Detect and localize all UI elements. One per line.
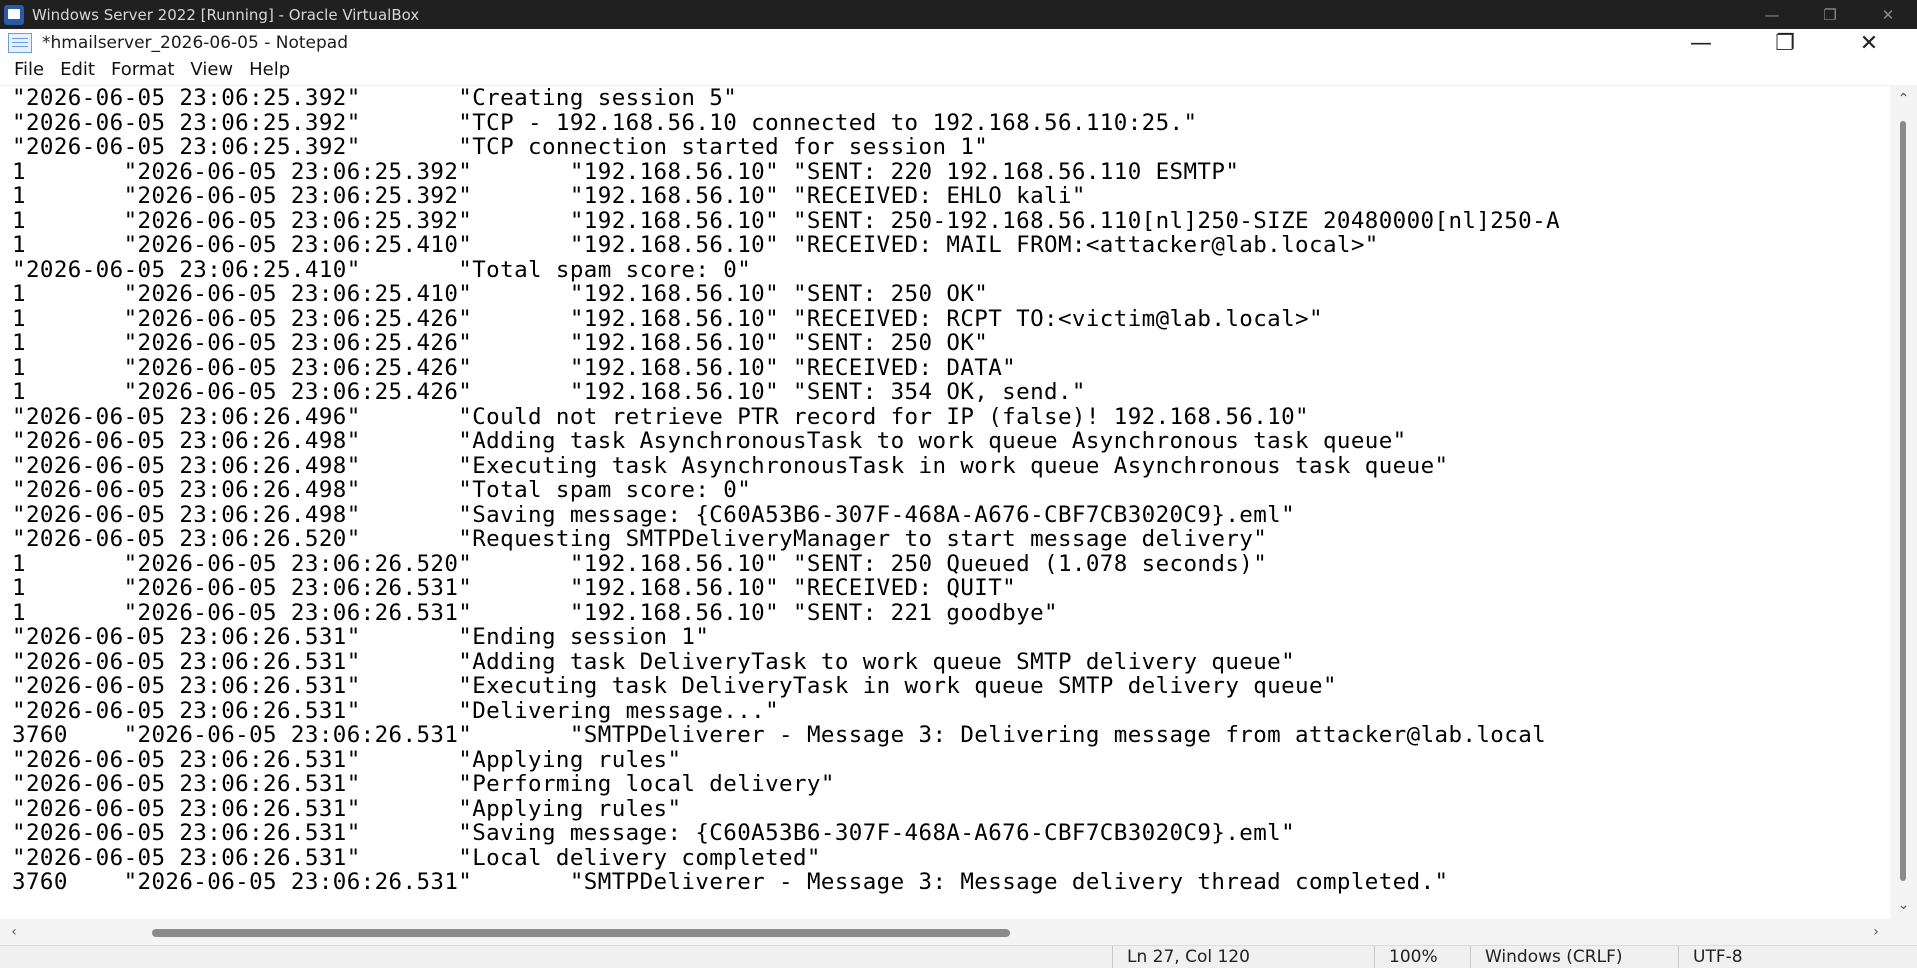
virtualbox-icon <box>4 4 24 25</box>
vbox-minimize-button[interactable]: — <box>1743 0 1801 29</box>
notepad-window: *hmailserver_2026-06-05 - Notepad — ❐ ✕ … <box>0 29 1917 968</box>
vbox-close-button[interactable]: ✕ <box>1859 0 1917 29</box>
scrollbar-corner <box>1890 919 1917 945</box>
scroll-right-icon[interactable]: › <box>1862 919 1890 945</box>
notepad-icon <box>8 33 32 53</box>
line-ending: Windows (CRLF) <box>1470 946 1685 968</box>
menu-format[interactable]: Format <box>103 57 182 83</box>
menu-view[interactable]: View <box>182 57 241 83</box>
cursor-position: Ln 27, Col 120 <box>1112 946 1372 968</box>
notepad-titlebar: *hmailserver_2026-06-05 - Notepad — ❐ ✕ <box>0 29 1917 57</box>
vbox-titlebar: Windows Server 2022 [Running] - Oracle V… <box>0 0 1917 29</box>
scroll-left-icon[interactable]: ‹ <box>0 919 28 945</box>
menu-file[interactable]: File <box>6 57 52 83</box>
horizontal-scrollbar[interactable]: ‹ › <box>0 919 1890 945</box>
vbox-restore-button[interactable]: ❐ <box>1801 0 1859 29</box>
menu-bar: File Edit Format View Help <box>0 57 1917 83</box>
horizontal-scroll-thumb[interactable] <box>152 929 1010 937</box>
notepad-window-title: *hmailserver_2026-06-05 - Notepad <box>42 33 348 53</box>
document-text[interactable]: "2026-06-05 23:06:25.392" "Creating sess… <box>0 86 1890 895</box>
status-bar: Ln 27, Col 120 100% Windows (CRLF) UTF-8 <box>0 945 1917 968</box>
menu-edit[interactable]: Edit <box>52 57 103 83</box>
encoding: UTF-8 <box>1678 946 1893 968</box>
vertical-scrollbar[interactable]: ⌃ ⌄ <box>1890 85 1917 919</box>
vertical-scroll-thumb[interactable] <box>1900 121 1906 881</box>
scroll-down-icon[interactable]: ⌄ <box>1890 895 1917 915</box>
text-editor[interactable]: "2026-06-05 23:06:25.392" "Creating sess… <box>0 85 1890 920</box>
vbox-window-title: Windows Server 2022 [Running] - Oracle V… <box>32 5 420 24</box>
scroll-up-icon[interactable]: ⌃ <box>1890 89 1917 109</box>
menu-help[interactable]: Help <box>241 57 298 83</box>
restore-button[interactable]: ❐ <box>1743 29 1827 57</box>
minimize-button[interactable]: — <box>1659 29 1743 57</box>
close-button[interactable]: ✕ <box>1827 29 1911 57</box>
zoom-level: 100% <box>1374 946 1471 968</box>
